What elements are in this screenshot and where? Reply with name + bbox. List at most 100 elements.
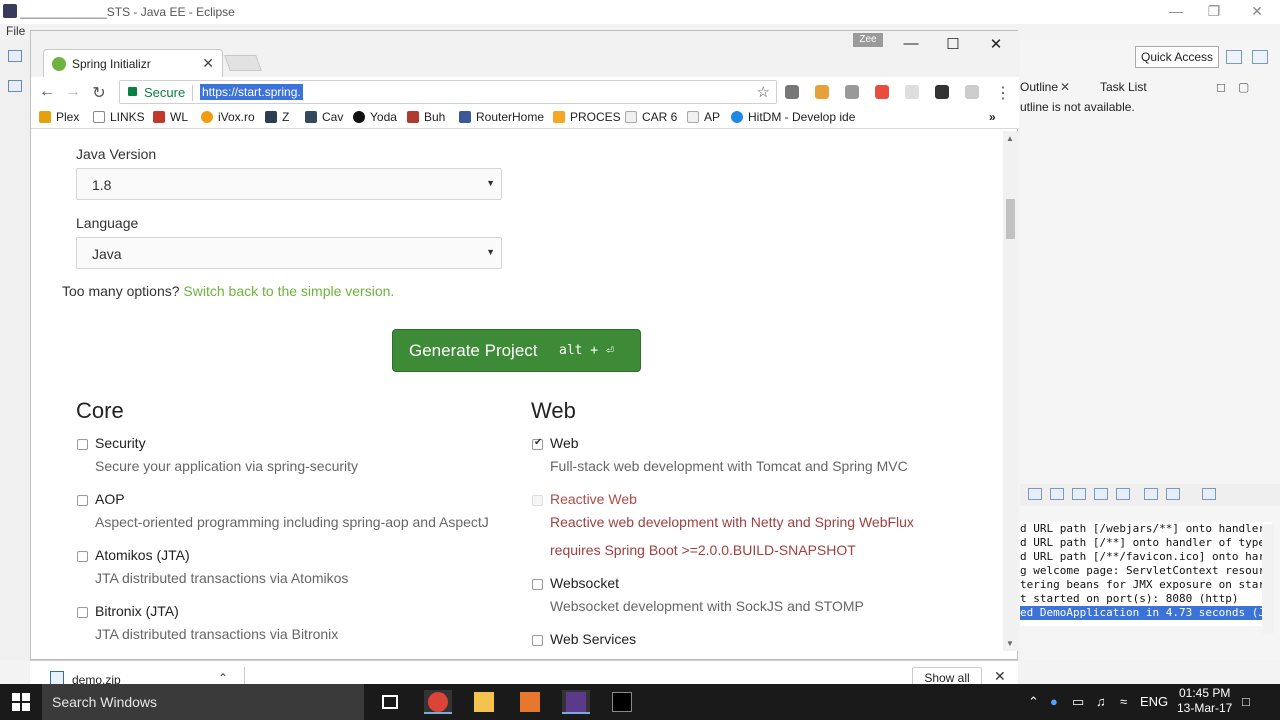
bookmark-ivox[interactable]: iVox.ro bbox=[201, 110, 255, 124]
eclipse-title: _____________STS - Java EE - Eclipse bbox=[20, 5, 235, 19]
close-tab-icon[interactable]: ✕ bbox=[202, 55, 214, 72]
reload-icon[interactable]: ↻ bbox=[89, 83, 109, 103]
task-view-icon[interactable] bbox=[376, 690, 404, 714]
more-bookmarks-icon[interactable]: » bbox=[989, 110, 996, 124]
terminal-icon[interactable] bbox=[608, 690, 636, 714]
websocket-checkbox[interactable] bbox=[532, 579, 543, 590]
paint-icon[interactable] bbox=[516, 690, 544, 714]
address-bar[interactable]: Secure https://start.spring. ☆ bbox=[119, 80, 777, 104]
scroll-down-icon[interactable]: ▼ bbox=[1006, 639, 1014, 648]
clock[interactable]: 01:45 PM 13-Mar-17 bbox=[1177, 686, 1232, 716]
bookmark-yoda[interactable]: Yoda bbox=[353, 110, 397, 124]
console-icon[interactable] bbox=[1050, 488, 1064, 500]
chevron-up-icon[interactable]: ⌃ bbox=[218, 671, 228, 685]
bookmark-routerhome[interactable]: RouterHome bbox=[459, 110, 544, 124]
url-text[interactable]: https://start.spring. bbox=[200, 84, 303, 100]
bookmark-ap[interactable]: AP bbox=[687, 110, 720, 124]
close-icon[interactable]: ✕ bbox=[986, 35, 1006, 53]
extension-icon[interactable] bbox=[905, 85, 919, 99]
chrome-taskbar-icon[interactable] bbox=[424, 690, 452, 714]
package-explorer-icon[interactable] bbox=[8, 80, 22, 92]
eclipse-taskbar-icon[interactable] bbox=[562, 690, 590, 714]
console-icon[interactable] bbox=[1116, 488, 1130, 500]
wl-icon bbox=[153, 111, 165, 123]
close-icon[interactable]: ✕ bbox=[1060, 80, 1070, 94]
bookmark-star-icon[interactable]: ☆ bbox=[757, 83, 770, 101]
console-icon[interactable] bbox=[1202, 488, 1216, 500]
restore-icon[interactable]: ❐ bbox=[1204, 3, 1224, 20]
minimize-icon[interactable]: ◻ bbox=[1216, 80, 1226, 94]
bookmark-z[interactable]: Z bbox=[265, 110, 289, 124]
bookmark-plex[interactable]: Plex bbox=[39, 110, 79, 124]
menu-icon[interactable]: ⋮ bbox=[993, 83, 1013, 103]
scroll-up-icon[interactable]: ▲ bbox=[1006, 134, 1014, 143]
maximize-icon[interactable]: ▢ bbox=[1238, 80, 1249, 94]
java-version-select[interactable]: 1.8 ▼ bbox=[76, 168, 502, 200]
eyedropper-icon[interactable] bbox=[785, 85, 799, 99]
bookmark-cav[interactable]: Cav bbox=[305, 110, 343, 124]
extension-icon[interactable] bbox=[965, 85, 979, 99]
back-icon[interactable]: ← bbox=[37, 83, 57, 101]
bookmark-proces[interactable]: PROCES bbox=[553, 110, 621, 124]
language-label: Language bbox=[76, 215, 139, 231]
browser-toolbar: ← → ↻ Secure https://start.spring. ☆ ⋮ bbox=[31, 77, 1019, 107]
new-tab-button[interactable] bbox=[224, 55, 262, 71]
forward-icon[interactable]: → bbox=[63, 83, 83, 101]
console-icon[interactable] bbox=[1094, 488, 1108, 500]
bitronix-checkbox[interactable] bbox=[77, 607, 88, 618]
switch-simple-link[interactable]: Switch back to the simple version. bbox=[183, 283, 394, 299]
maximize-icon[interactable]: ☐ bbox=[943, 35, 963, 53]
tab-outline[interactable]: Outline bbox=[1020, 80, 1058, 94]
java-ee-perspective-icon[interactable] bbox=[1252, 50, 1268, 64]
page-scrollbar[interactable]: ▲ ▼ bbox=[1003, 131, 1018, 651]
atomikos-checkbox[interactable] bbox=[77, 551, 88, 562]
minimize-icon[interactable]: — bbox=[1166, 3, 1186, 19]
security-checkbox[interactable] bbox=[77, 439, 88, 450]
notifications-icon[interactable]: □ bbox=[1242, 694, 1250, 709]
new-icon[interactable] bbox=[8, 50, 22, 62]
perspective-icon[interactable] bbox=[1226, 50, 1242, 64]
windows-start-icon[interactable] bbox=[12, 693, 30, 711]
battery-icon[interactable]: ▭ bbox=[1072, 694, 1084, 710]
console-icon[interactable] bbox=[1028, 488, 1042, 500]
taskbar-search[interactable]: Search Windows bbox=[42, 684, 364, 720]
bookmark-car6[interactable]: CAR 6 bbox=[625, 110, 677, 124]
eclipse-icon bbox=[3, 4, 17, 18]
web-checkbox[interactable] bbox=[532, 437, 543, 450]
generate-project-button[interactable]: Generate Project alt + ⏎ bbox=[392, 329, 641, 372]
wifi-icon[interactable]: ≈ bbox=[1120, 694, 1127, 709]
web-services-checkbox[interactable] bbox=[532, 635, 543, 646]
dep-description: Secure your application via spring-secur… bbox=[95, 458, 359, 474]
extension-icon[interactable] bbox=[875, 85, 889, 99]
close-icon[interactable]: ✕ bbox=[994, 668, 1006, 685]
bookmark-links[interactable]: LINKS bbox=[93, 110, 145, 124]
profile-badge[interactable]: Zee bbox=[853, 33, 883, 47]
dep-name: Web Services bbox=[550, 631, 637, 647]
apps-grid-icon[interactable] bbox=[935, 85, 949, 99]
scrollbar-thumb[interactable] bbox=[1006, 199, 1015, 239]
bookmark-wl[interactable]: WL bbox=[153, 110, 188, 124]
language-indicator[interactable]: ENG bbox=[1140, 694, 1168, 709]
bookmark-buh[interactable]: Buh bbox=[407, 110, 445, 124]
bookmark-hitdm[interactable]: HitDM - Develop ide bbox=[731, 110, 855, 124]
language-select[interactable]: Java ▼ bbox=[76, 237, 502, 269]
console-line: ed DemoApplication in 4.73 seconds (J bbox=[1020, 606, 1272, 620]
close-icon[interactable]: ✕ bbox=[1247, 3, 1267, 20]
dep-name: Websocket bbox=[550, 575, 619, 591]
volume-icon[interactable]: ♫ bbox=[1096, 694, 1106, 709]
console-icon[interactable] bbox=[1072, 488, 1086, 500]
camera-icon[interactable] bbox=[845, 85, 859, 99]
dep-name: Atomikos (JTA) bbox=[95, 547, 190, 563]
chevron-up-icon[interactable]: ⌃ bbox=[1028, 694, 1039, 710]
aop-checkbox[interactable] bbox=[77, 495, 88, 506]
quick-access-input[interactable]: Quick Access bbox=[1135, 46, 1220, 68]
minimize-icon[interactable]: — bbox=[901, 35, 921, 52]
console-icon[interactable] bbox=[1166, 488, 1180, 500]
file-explorer-icon[interactable] bbox=[470, 690, 498, 714]
console-scrollbar[interactable] bbox=[1262, 524, 1274, 634]
cloud-icon[interactable]: ● bbox=[1050, 694, 1058, 709]
console-icon[interactable] bbox=[1144, 488, 1158, 500]
tab-spring-initializr[interactable]: Spring Initializr ✕ bbox=[43, 49, 223, 77]
extension-icon[interactable] bbox=[815, 85, 829, 99]
tab-task-list[interactable]: Task List bbox=[1100, 80, 1147, 94]
